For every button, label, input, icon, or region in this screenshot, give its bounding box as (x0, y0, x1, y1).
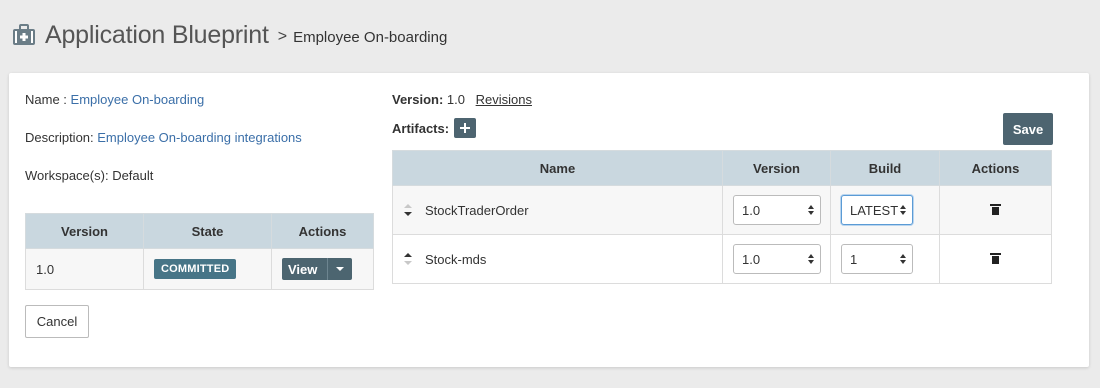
reorder-icon[interactable] (403, 248, 413, 270)
artifact-name-cell: StockTraderOrder (392, 185, 723, 235)
artifact-build-cell: LATEST (830, 185, 940, 235)
artifact-name-cell: Stock-mds (392, 234, 723, 284)
cancel-button[interactable]: Cancel (25, 305, 89, 338)
trash-icon[interactable] (990, 252, 1001, 264)
build-select[interactable]: 1 (841, 244, 913, 274)
version-info: Version: 1.0 Revisions (392, 92, 532, 107)
artifact-name: Stock-mds (425, 251, 487, 267)
select-arrows-icon (808, 254, 814, 264)
name-value[interactable]: Employee On-boarding (71, 92, 205, 107)
breadcrumb-current: Employee On-boarding (293, 28, 448, 46)
blueprint-card: Name : Employee On-boarding Description:… (9, 73, 1089, 367)
version-select[interactable]: 1.0 (733, 244, 821, 274)
build-select-value: 1 (850, 251, 858, 267)
artifact-actions-cell (939, 185, 1052, 235)
column-header-version: Version (25, 213, 144, 249)
revisions-link[interactable]: Revisions (476, 92, 532, 107)
name-field: Name : Employee On-boarding (25, 92, 204, 107)
column-header-name: Name (392, 150, 723, 186)
chevron-down-icon[interactable] (336, 267, 345, 271)
table-row: Stock-mds 1.0 1 (392, 234, 1052, 284)
build-select-value: LATEST (850, 202, 899, 218)
artifact-actions-cell (939, 234, 1052, 284)
versions-table: Version State Actions 1.0 COMMITTED View (25, 213, 374, 290)
save-button[interactable]: Save (1003, 113, 1053, 145)
actions-cell: View (271, 248, 374, 290)
select-arrows-icon (900, 254, 906, 264)
breadcrumb-separator: > (277, 28, 288, 45)
version-select[interactable]: 1.0 (733, 195, 821, 225)
column-header-version: Version (722, 150, 831, 186)
select-arrows-icon (808, 205, 814, 215)
artifact-build-cell: 1 (830, 234, 940, 284)
move-up-icon[interactable] (404, 253, 412, 257)
select-arrows-icon (900, 205, 906, 215)
description-value[interactable]: Employee On-boarding integrations (97, 130, 302, 145)
table-row: 1.0 COMMITTED View (25, 248, 374, 290)
description-label: Description: (25, 130, 94, 145)
artifacts-label: Artifacts: (392, 120, 450, 136)
move-down-icon[interactable] (404, 261, 412, 265)
version-label: Version: (392, 92, 444, 107)
trash-icon[interactable] (990, 203, 1001, 215)
add-artifact-button[interactable] (454, 118, 477, 138)
artifact-name: StockTraderOrder (425, 202, 529, 218)
view-button-label: View (288, 261, 318, 277)
name-label: Name : (25, 92, 67, 107)
column-header-state: State (143, 213, 272, 249)
page-header: Application Blueprint > Employee On-boar… (12, 18, 447, 52)
column-header-actions: Actions (939, 150, 1052, 186)
workspace-field: Workspace(s): Default (25, 168, 153, 183)
build-select[interactable]: LATEST (841, 195, 913, 225)
table-row: StockTraderOrder 1.0 LATEST (392, 185, 1052, 235)
column-header-build: Build (830, 150, 940, 186)
artifacts-table: Name Version Build Actions StockTraderOr… (392, 150, 1052, 284)
reorder-icon[interactable] (403, 199, 413, 221)
view-button[interactable]: View (282, 258, 353, 280)
description-field: Description: Employee On-boarding integr… (25, 130, 302, 145)
version-select-value: 1.0 (742, 251, 761, 267)
version-cell: 1.0 (25, 248, 144, 290)
page-title: Application Blueprint (45, 20, 269, 49)
workspace-value: Default (112, 168, 154, 183)
version-value: 1.0 (446, 92, 465, 107)
version-select-value: 1.0 (742, 202, 761, 218)
divider (327, 258, 329, 280)
artifact-version-cell: 1.0 (722, 234, 831, 284)
artifacts-header: Artifacts: (392, 118, 477, 138)
status-badge: COMMITTED (154, 259, 237, 279)
workspace-label: Workspace(s): (25, 168, 109, 183)
artifact-version-cell: 1.0 (722, 185, 831, 235)
column-header-actions: Actions (271, 213, 374, 249)
move-up-icon[interactable] (404, 204, 412, 208)
briefcase-icon (12, 24, 36, 46)
move-down-icon[interactable] (404, 212, 412, 216)
state-cell: COMMITTED (143, 248, 272, 290)
